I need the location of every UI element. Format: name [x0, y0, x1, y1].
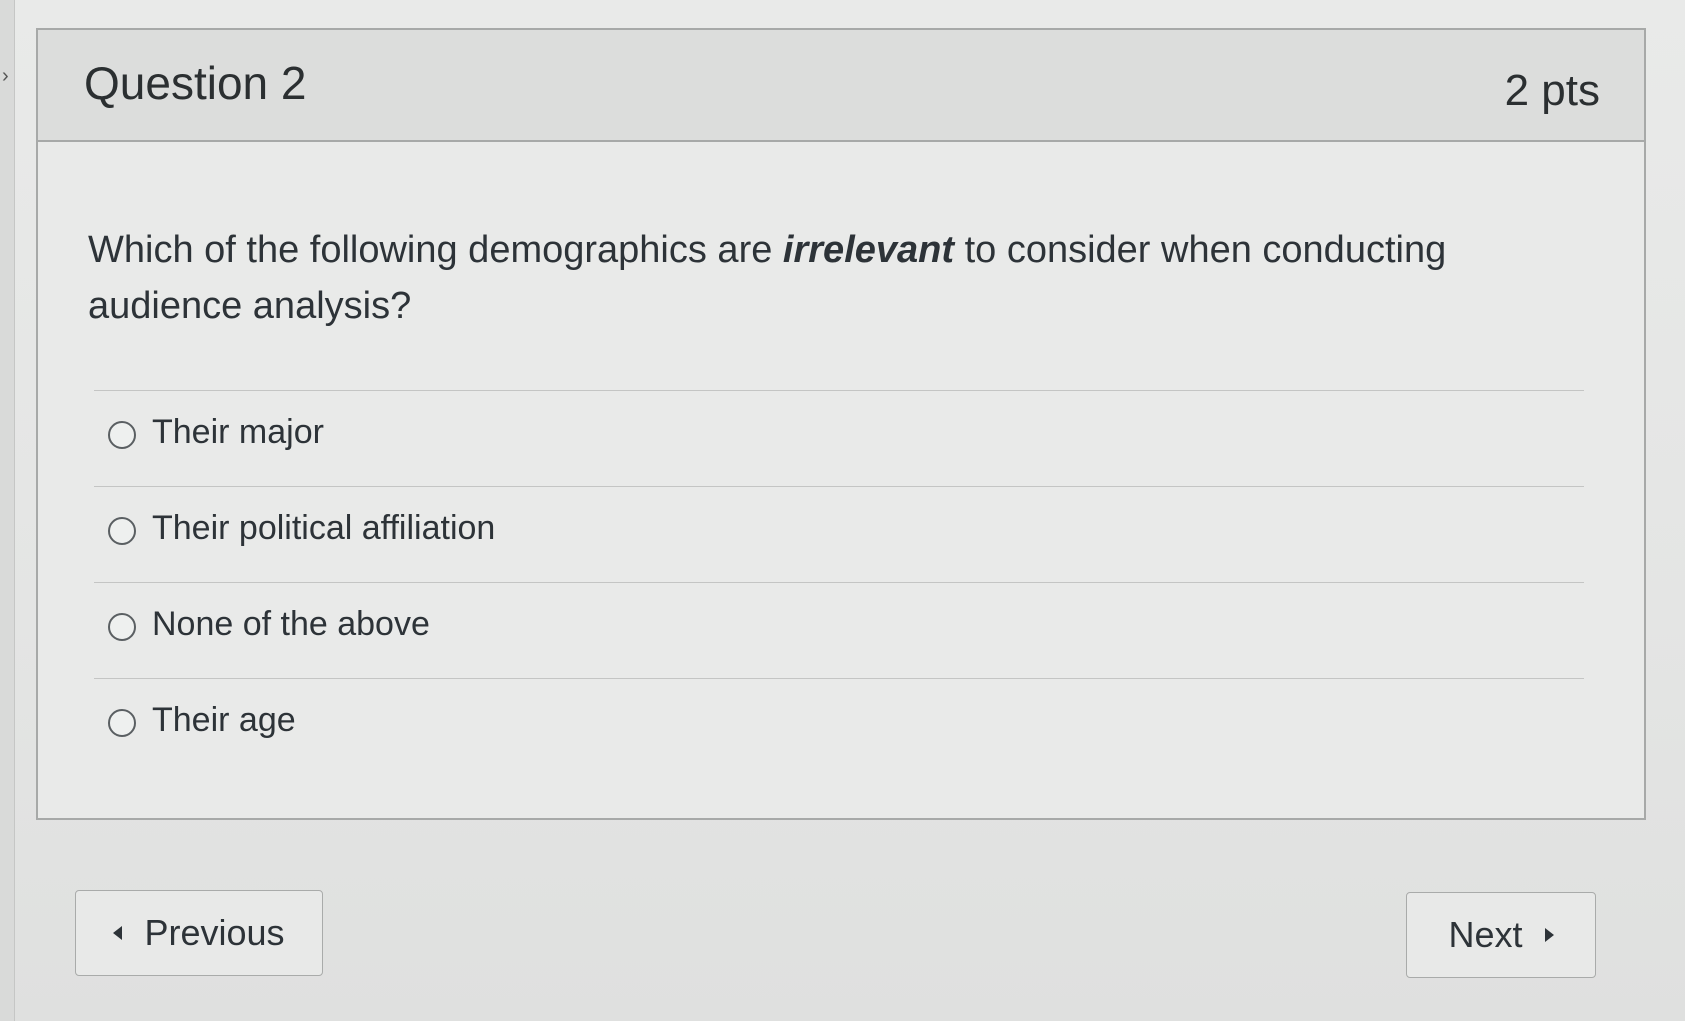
- sidebar-edge: ›: [0, 0, 15, 1021]
- answer-label[interactable]: Their age: [152, 701, 296, 740]
- question-text: Which of the following demographics are …: [88, 222, 1608, 334]
- question-header: Question 2 2 pts: [38, 30, 1644, 142]
- next-button-label: Next: [1448, 914, 1523, 955]
- answer-label[interactable]: Their political affiliation: [152, 509, 495, 548]
- radio-button[interactable]: [108, 613, 136, 641]
- caret-right-icon: [1544, 928, 1554, 942]
- question-text-start: Which of the following demographics are: [88, 229, 783, 271]
- radio-button[interactable]: [108, 517, 136, 545]
- answer-option[interactable]: Their major: [94, 390, 1584, 486]
- answer-option[interactable]: Their age: [94, 678, 1584, 774]
- chevron-right-icon[interactable]: ›: [2, 64, 16, 88]
- answer-option[interactable]: Their political affiliation: [94, 486, 1584, 582]
- answer-label[interactable]: None of the above: [152, 605, 430, 644]
- question-text-emphasis: irrelevant: [782, 229, 955, 271]
- answer-option[interactable]: None of the above: [94, 582, 1584, 678]
- answer-list: Their major Their political affiliation …: [94, 390, 1584, 774]
- quiz-page: › Question 2 2 pts Which of the followin…: [0, 0, 1685, 1021]
- previous-button[interactable]: Previous: [75, 890, 323, 976]
- question-title: Question 2: [84, 57, 307, 109]
- question-points: 2 pts: [1504, 66, 1600, 115]
- radio-button[interactable]: [108, 421, 136, 449]
- answer-label[interactable]: Their major: [152, 413, 324, 452]
- caret-left-icon: [113, 926, 123, 940]
- next-button[interactable]: Next: [1406, 892, 1596, 978]
- question-card: Question 2 2 pts Which of the following …: [36, 28, 1646, 820]
- radio-button[interactable]: [108, 709, 136, 737]
- previous-button-label: Previous: [144, 912, 285, 953]
